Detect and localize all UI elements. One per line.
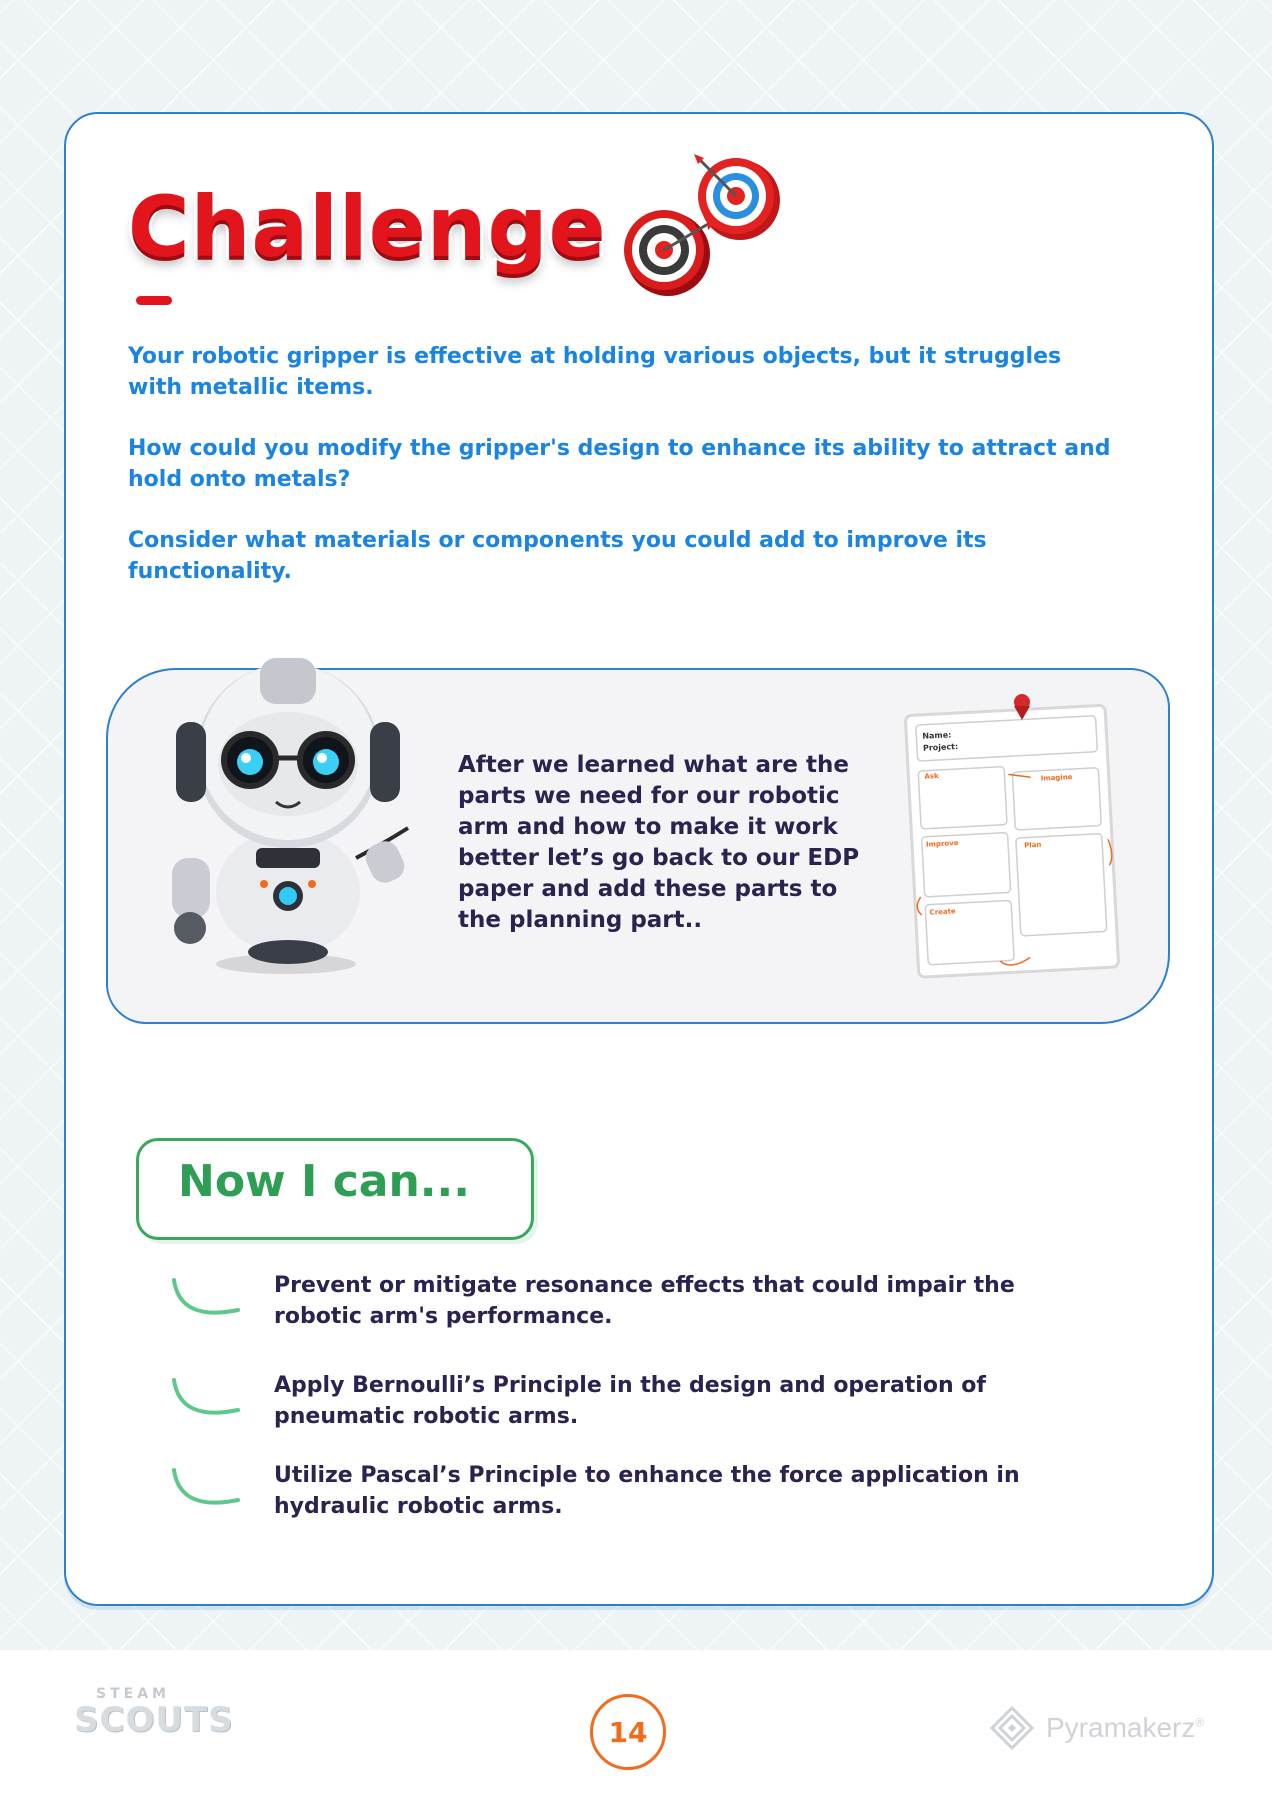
check-arc-icon: [172, 1378, 240, 1415]
learning-outcome-item: Utilize Pascal’s Principle to enhance th…: [168, 1460, 1068, 1540]
edp-instruction-text: After we learned what are the parts we n…: [458, 752, 860, 933]
pyramakerz-diamond-icon: [990, 1706, 1034, 1750]
steam-scouts-logo: STEAM SCOUTS: [70, 1686, 233, 1746]
now-i-can-title: Now I can...: [178, 1156, 470, 1207]
brand-bottom-text: SCOUTS: [74, 1700, 234, 1740]
svg-text:Name:: Name:: [922, 730, 951, 741]
challenge-title: Challenge: [128, 178, 607, 276]
svg-text:Create: Create: [929, 907, 956, 916]
learning-outcome-text: Utilize Pascal’s Principle to enhance th…: [274, 1463, 1020, 1519]
registered-mark: ®: [1195, 1715, 1205, 1730]
robot-mascot-illustration: [172, 658, 410, 974]
learning-outcome-text: Apply Bernoulli’s Principle in the desig…: [274, 1373, 986, 1429]
learning-outcome-item: Apply Bernoulli’s Principle in the desig…: [168, 1370, 1068, 1450]
challenge-paragraph-3: Consider what materials or components yo…: [128, 528, 987, 584]
publisher-name: Pyramakerz®: [1046, 1712, 1205, 1743]
svg-text:Plan: Plan: [1024, 841, 1042, 850]
page-number-badge: 14: [590, 1694, 666, 1770]
svg-text:Project:: Project:: [923, 742, 959, 753]
challenge-paragraph-2: How could you modify the gripper's desig…: [128, 436, 1111, 492]
check-arc-icon: [172, 1468, 240, 1505]
target-with-darts-icon: [624, 154, 780, 296]
edp-worksheet-illustration: Name: Project: Ask Imagine Improve Plan …: [904, 694, 1120, 979]
svg-text:Ask: Ask: [924, 772, 939, 781]
learning-outcome-item: Prevent or mitigate resonance effects th…: [168, 1270, 1068, 1350]
check-arc-icon: [172, 1278, 240, 1315]
title-underline: [136, 296, 172, 305]
page-number: 14: [608, 1715, 648, 1749]
challenge-paragraph-1: Your robotic gripper is effective at hol…: [128, 344, 1062, 400]
svg-text:Improve: Improve: [926, 839, 959, 849]
learning-outcome-text: Prevent or mitigate resonance effects th…: [274, 1273, 1015, 1329]
svg-text:Imagine: Imagine: [1041, 773, 1073, 783]
